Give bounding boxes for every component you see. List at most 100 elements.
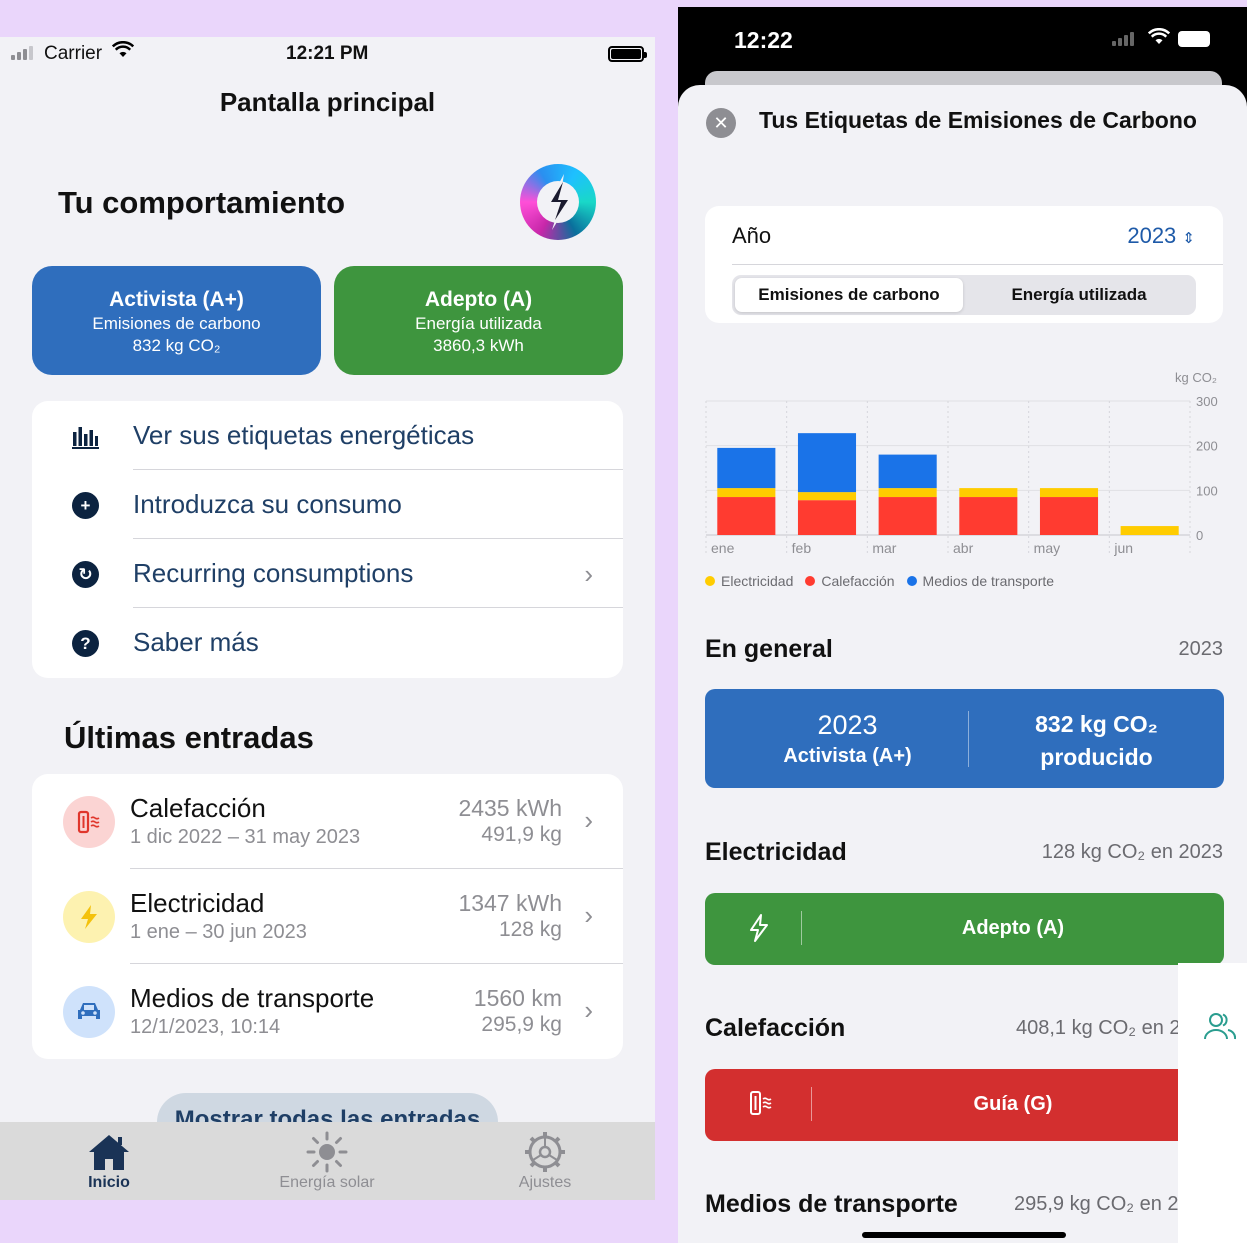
y-tick-label: 0 — [1196, 528, 1203, 543]
year-label: Año — [732, 223, 772, 248]
page-title: Pantalla principal — [219, 87, 436, 117]
bar-segment — [1039, 488, 1099, 498]
badge-subtitle: Emisiones de carbono — [92, 314, 261, 333]
legend-swatch — [805, 576, 816, 586]
signal-icon — [11, 46, 33, 60]
bar-segment — [878, 497, 937, 535]
entry-amount: 2435 kWh — [458, 795, 562, 821]
tab-solar[interactable]: Energía solar — [247, 1130, 407, 1192]
latest-entries-list: Calefacción 1 dic 2022 – 31 may 2023 243… — [32, 774, 623, 1059]
chevron-right-icon: › — [584, 559, 593, 589]
legend-item: Medios de transporte — [906, 573, 1054, 589]
menu-item-label: Saber más — [133, 627, 259, 657]
heating-title: Calefacción — [705, 1014, 846, 1042]
carbon-badge[interactable]: Activista (A+) Emisiones de carbono 832 … — [32, 266, 321, 375]
plus-circle-icon: + — [72, 492, 99, 519]
x-tick-label: jun — [1113, 540, 1133, 556]
segment-energy[interactable]: Energía utilizada — [965, 278, 1193, 312]
entry-name: Electricidad — [130, 888, 265, 918]
entry-name: Calefacción — [130, 793, 266, 823]
carbon-labels-screen: 12:22 ✕ Tus Etiquetas de Emisiones de Ca… — [678, 7, 1247, 1243]
entry-amount: 1560 km — [473, 985, 562, 1011]
year-picker[interactable]: 2023 ⇕ — [1127, 223, 1195, 249]
tab-home[interactable]: Inicio — [29, 1130, 189, 1192]
menu-item-recurring[interactable]: ↻ Recurring consumptions › — [32, 539, 623, 608]
chevron-right-icon: › — [584, 900, 593, 930]
legend-item: Electricidad — [705, 573, 793, 589]
bar-segment — [878, 454, 937, 489]
legend-item: Calefacción — [805, 573, 895, 589]
overall-title: En general — [705, 635, 833, 663]
sheet-title: Tus Etiquetas de Emisiones de Carbono — [759, 107, 1197, 133]
status-bar: 12:22 — [678, 7, 1247, 71]
battery-icon — [1178, 31, 1210, 47]
list-item[interactable]: Medios de transporte 12/1/2023, 10:14 15… — [32, 964, 623, 1059]
list-item[interactable]: Calefacción 1 dic 2022 – 31 may 2023 243… — [32, 774, 623, 869]
chevron-up-down-icon: ⇕ — [1182, 230, 1195, 247]
bar-segment — [797, 492, 857, 501]
bar-segment — [959, 497, 1018, 535]
tab-settings[interactable]: Ajustes — [465, 1130, 625, 1192]
x-tick-label: abr — [953, 540, 974, 556]
close-button[interactable]: ✕ — [706, 108, 736, 138]
x-tick-label: ene — [711, 540, 735, 556]
x-tick-label: may — [1034, 540, 1060, 556]
x-tick-label: mar — [872, 540, 896, 556]
energy-badge[interactable]: Adepto (A) Energía utilizada 3860,3 kWh — [334, 266, 623, 375]
menu-item-enter-consumption[interactable]: + Introduzca su consumo — [32, 470, 623, 539]
badge-value: 832 kg CO₂ — [132, 336, 221, 355]
list-item[interactable]: Electricidad 1 ene – 30 jun 2023 1347 kW… — [32, 869, 623, 964]
heater-icon — [749, 1090, 777, 1123]
entry-emissions: 128 kg — [498, 918, 562, 941]
electricity-value: 128 kg CO₂ en 2023 — [1041, 841, 1223, 863]
bar-segment — [878, 488, 937, 498]
heating-rating: Guía (G) — [973, 1093, 1053, 1115]
wifi-icon — [1147, 25, 1171, 51]
bar-segment — [717, 447, 776, 489]
latest-title: Últimas entradas — [64, 720, 314, 755]
segmented-control: Emisiones de carbono Energía utilizada — [732, 275, 1196, 315]
tab-label: Ajustes — [518, 1174, 572, 1191]
sun-icon — [247, 1130, 407, 1174]
bar-segment — [1039, 497, 1099, 535]
overall-produced: producido — [1040, 744, 1153, 770]
emissions-chart: 0 100 200 300 kg CO₂ ene feb mar abr may jun — [705, 370, 1218, 556]
carrier-label: Carrier — [44, 43, 103, 64]
badge-title: Adepto (A) — [424, 288, 533, 311]
entry-amount: 1347 kWh — [458, 890, 562, 916]
entry-date: 1 dic 2022 – 31 may 2023 — [130, 826, 361, 848]
battery-icon — [608, 46, 647, 62]
heater-icon — [63, 796, 115, 848]
home-icon — [29, 1130, 189, 1174]
transport-title: Medios de transporte — [705, 1190, 958, 1218]
year-value: 2023 — [1127, 223, 1177, 248]
heating-rating-card[interactable]: Guía (G) — [705, 1069, 1224, 1141]
app-logo — [520, 164, 596, 240]
legend-swatch — [906, 576, 917, 586]
menu-item-label: Introduzca su consumo — [133, 489, 402, 519]
segment-carbon[interactable]: Emisiones de carbono — [735, 278, 963, 312]
overall-card[interactable]: 2023 Activista (A+) 832 kg CO₂ producido — [705, 689, 1224, 788]
filter-card: Año 2023 ⇕ Emisiones de carbono Energía … — [705, 206, 1223, 323]
bar-segment — [797, 500, 857, 535]
tab-bar: Inicio Energía solar Ajustes — [0, 1122, 655, 1200]
clock: 12:22 — [734, 27, 793, 53]
y-axis-label: kg CO₂ — [1175, 370, 1217, 385]
entry-name: Medios de transporte — [130, 983, 375, 1013]
question-circle-icon: ? — [72, 630, 99, 657]
menu-item-learn-more[interactable]: ? Saber más — [32, 608, 623, 677]
y-tick-label: 100 — [1196, 483, 1218, 498]
legend-swatch — [705, 576, 715, 586]
bar-segment — [717, 488, 776, 498]
entry-date: 12/1/2023, 10:14 — [130, 1016, 281, 1038]
chevron-right-icon: › — [584, 805, 593, 835]
badge-value: 3860,3 kWh — [433, 336, 524, 355]
people-icon[interactable] — [1204, 1011, 1236, 1041]
menu-item-energy-labels[interactable]: Ver sus etiquetas energéticas — [32, 401, 623, 470]
menu-item-label: Recurring consumptions — [133, 558, 414, 588]
tab-label: Inicio — [88, 1174, 130, 1191]
badge-title: Activista (A+) — [109, 288, 244, 311]
modal-sheet: ✕ Tus Etiquetas de Emisiones de Carbono … — [678, 85, 1247, 1243]
electricity-rating-card[interactable]: Adepto (A) — [705, 893, 1224, 965]
menu-item-label: Ver sus etiquetas energéticas — [133, 420, 475, 450]
